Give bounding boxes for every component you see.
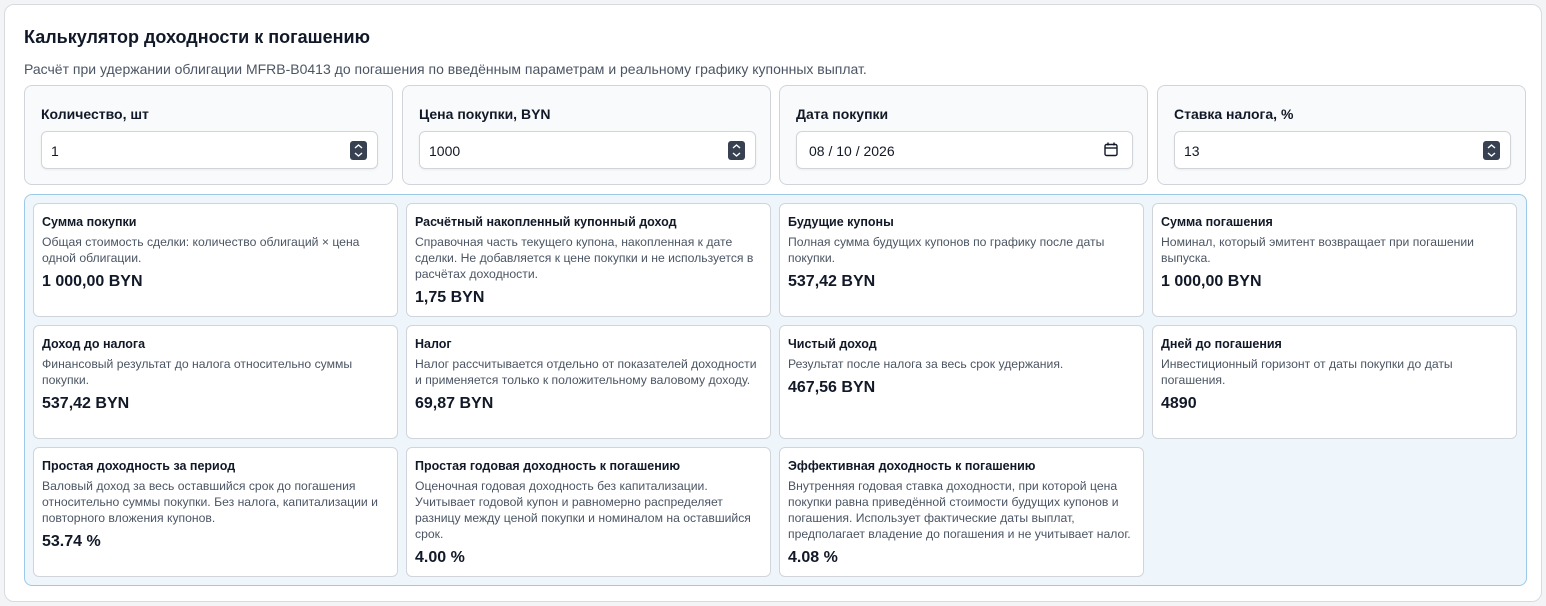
card-description: Внутренняя годовая ставка доходности, пр…	[788, 479, 1131, 541]
result-card-future-coupons: Будущие купоны Полная сумма будущих купо…	[779, 203, 1144, 317]
card-value: 4.00 %	[415, 549, 465, 566]
card-description: Результат после налога за весь срок удер…	[788, 357, 1064, 371]
card-value: 53.74 %	[42, 533, 101, 550]
yield-calculator-panel: Калькулятор доходности к погашению Расчё…	[4, 4, 1542, 602]
result-card-redemption-amount: Сумма погашения Номинал, который эмитент…	[1152, 203, 1517, 317]
card-value: 69,87 BYN	[415, 395, 494, 412]
quantity-field: Количество, шт 1	[24, 85, 393, 185]
results-panel: Сумма покупки Общая стоимость сделки: ко…	[24, 194, 1527, 586]
card-value: 1,75 BYN	[415, 289, 485, 306]
result-card-simple-period-yield: Простая доходность за период Валовый дох…	[33, 447, 398, 577]
spinner-icon[interactable]	[728, 141, 745, 160]
result-card-days-to-maturity: Дней до погашения Инвестиционный горизон…	[1152, 325, 1517, 439]
quantity-label: Количество, шт	[41, 106, 149, 122]
card-title: Расчётный накопленный купонный доход	[415, 215, 677, 229]
purchase-date-value: 08 / 10 / 2026	[809, 143, 895, 159]
quantity-input[interactable]: 1	[41, 131, 378, 169]
result-card-net-income: Чистый доход Результат после налога за в…	[779, 325, 1144, 439]
result-card-simple-annual-ytm: Простая годовая доходность к погашению О…	[406, 447, 771, 577]
card-title: Сумма покупки	[42, 215, 137, 229]
card-description: Валовый доход за весь оставшийся срок до…	[42, 479, 378, 525]
page-title: Калькулятор доходности к погашению	[24, 27, 370, 47]
page-subtitle: Расчёт при удержании облигации MFRB-B041…	[24, 61, 867, 77]
purchase-date-label: Дата покупки	[796, 106, 889, 122]
card-title: Эффективная доходность к погашению	[788, 459, 1036, 473]
card-value: 1 000,00 BYN	[42, 273, 143, 290]
purchase-date-input[interactable]: 08 / 10 / 2026	[796, 131, 1133, 169]
price-field: Цена покупки, BYN 1000	[402, 85, 771, 185]
tax-rate-field: Ставка налога, % 13	[1157, 85, 1526, 185]
card-description: Полная сумма будущих купонов по графику …	[788, 235, 1105, 265]
card-title: Налог	[415, 337, 452, 351]
card-description: Налог рассчитывается отдельно от показат…	[415, 357, 757, 387]
card-value: 4.08 %	[788, 549, 838, 566]
tax-rate-value: 13	[1184, 143, 1200, 159]
spinner-icon[interactable]	[350, 141, 367, 160]
price-input[interactable]: 1000	[419, 131, 756, 169]
card-value: 467,56 BYN	[788, 379, 876, 396]
card-value: 537,42 BYN	[42, 395, 130, 412]
card-title: Дней до погашения	[1161, 337, 1282, 351]
card-description: Номинал, который эмитент возвращает при …	[1161, 235, 1474, 265]
card-description: Финансовый результат до налога относител…	[42, 357, 353, 387]
tax-rate-input[interactable]: 13	[1174, 131, 1511, 169]
card-value: 537,42 BYN	[788, 273, 876, 290]
result-card-accrued-coupon: Расчётный накопленный купонный доход Спр…	[406, 203, 771, 317]
card-title: Сумма погашения	[1161, 215, 1273, 229]
card-value: 4890	[1161, 395, 1197, 412]
card-value: 1 000,00 BYN	[1161, 273, 1262, 290]
card-description: Оценочная годовая доходность без капитал…	[415, 479, 751, 541]
tax-rate-label: Ставка налога, %	[1174, 106, 1294, 122]
card-description: Справочная часть текущего купона, накопл…	[415, 235, 754, 281]
card-title: Простая годовая доходность к погашению	[415, 459, 681, 473]
card-description: Общая стоимость сделки: количество облиг…	[42, 235, 360, 265]
card-title: Будущие купоны	[788, 215, 894, 229]
quantity-value: 1	[51, 143, 59, 159]
result-card-tax: Налог Налог рассчитывается отдельно от п…	[406, 325, 771, 439]
card-description: Инвестиционный горизонт от даты покупки …	[1161, 357, 1453, 387]
result-card-effective-ytm: Эффективная доходность к погашению Внутр…	[779, 447, 1144, 577]
result-card-pretax-income: Доход до налога Финансовый результат до …	[33, 325, 398, 439]
price-value: 1000	[429, 143, 461, 159]
spinner-icon[interactable]	[1483, 141, 1500, 160]
card-title: Простая доходность за период	[42, 459, 236, 473]
input-fields: Количество, шт 1 Цена покупки, BYN 1000 …	[24, 85, 1527, 189]
card-title: Чистый доход	[788, 337, 877, 351]
result-card-purchase-amount: Сумма покупки Общая стоимость сделки: ко…	[33, 203, 398, 317]
card-title: Доход до налога	[42, 337, 146, 351]
calendar-icon[interactable]	[1104, 142, 1118, 162]
purchase-date-field: Дата покупки 08 / 10 / 2026	[779, 85, 1148, 185]
price-label: Цена покупки, BYN	[419, 106, 551, 122]
